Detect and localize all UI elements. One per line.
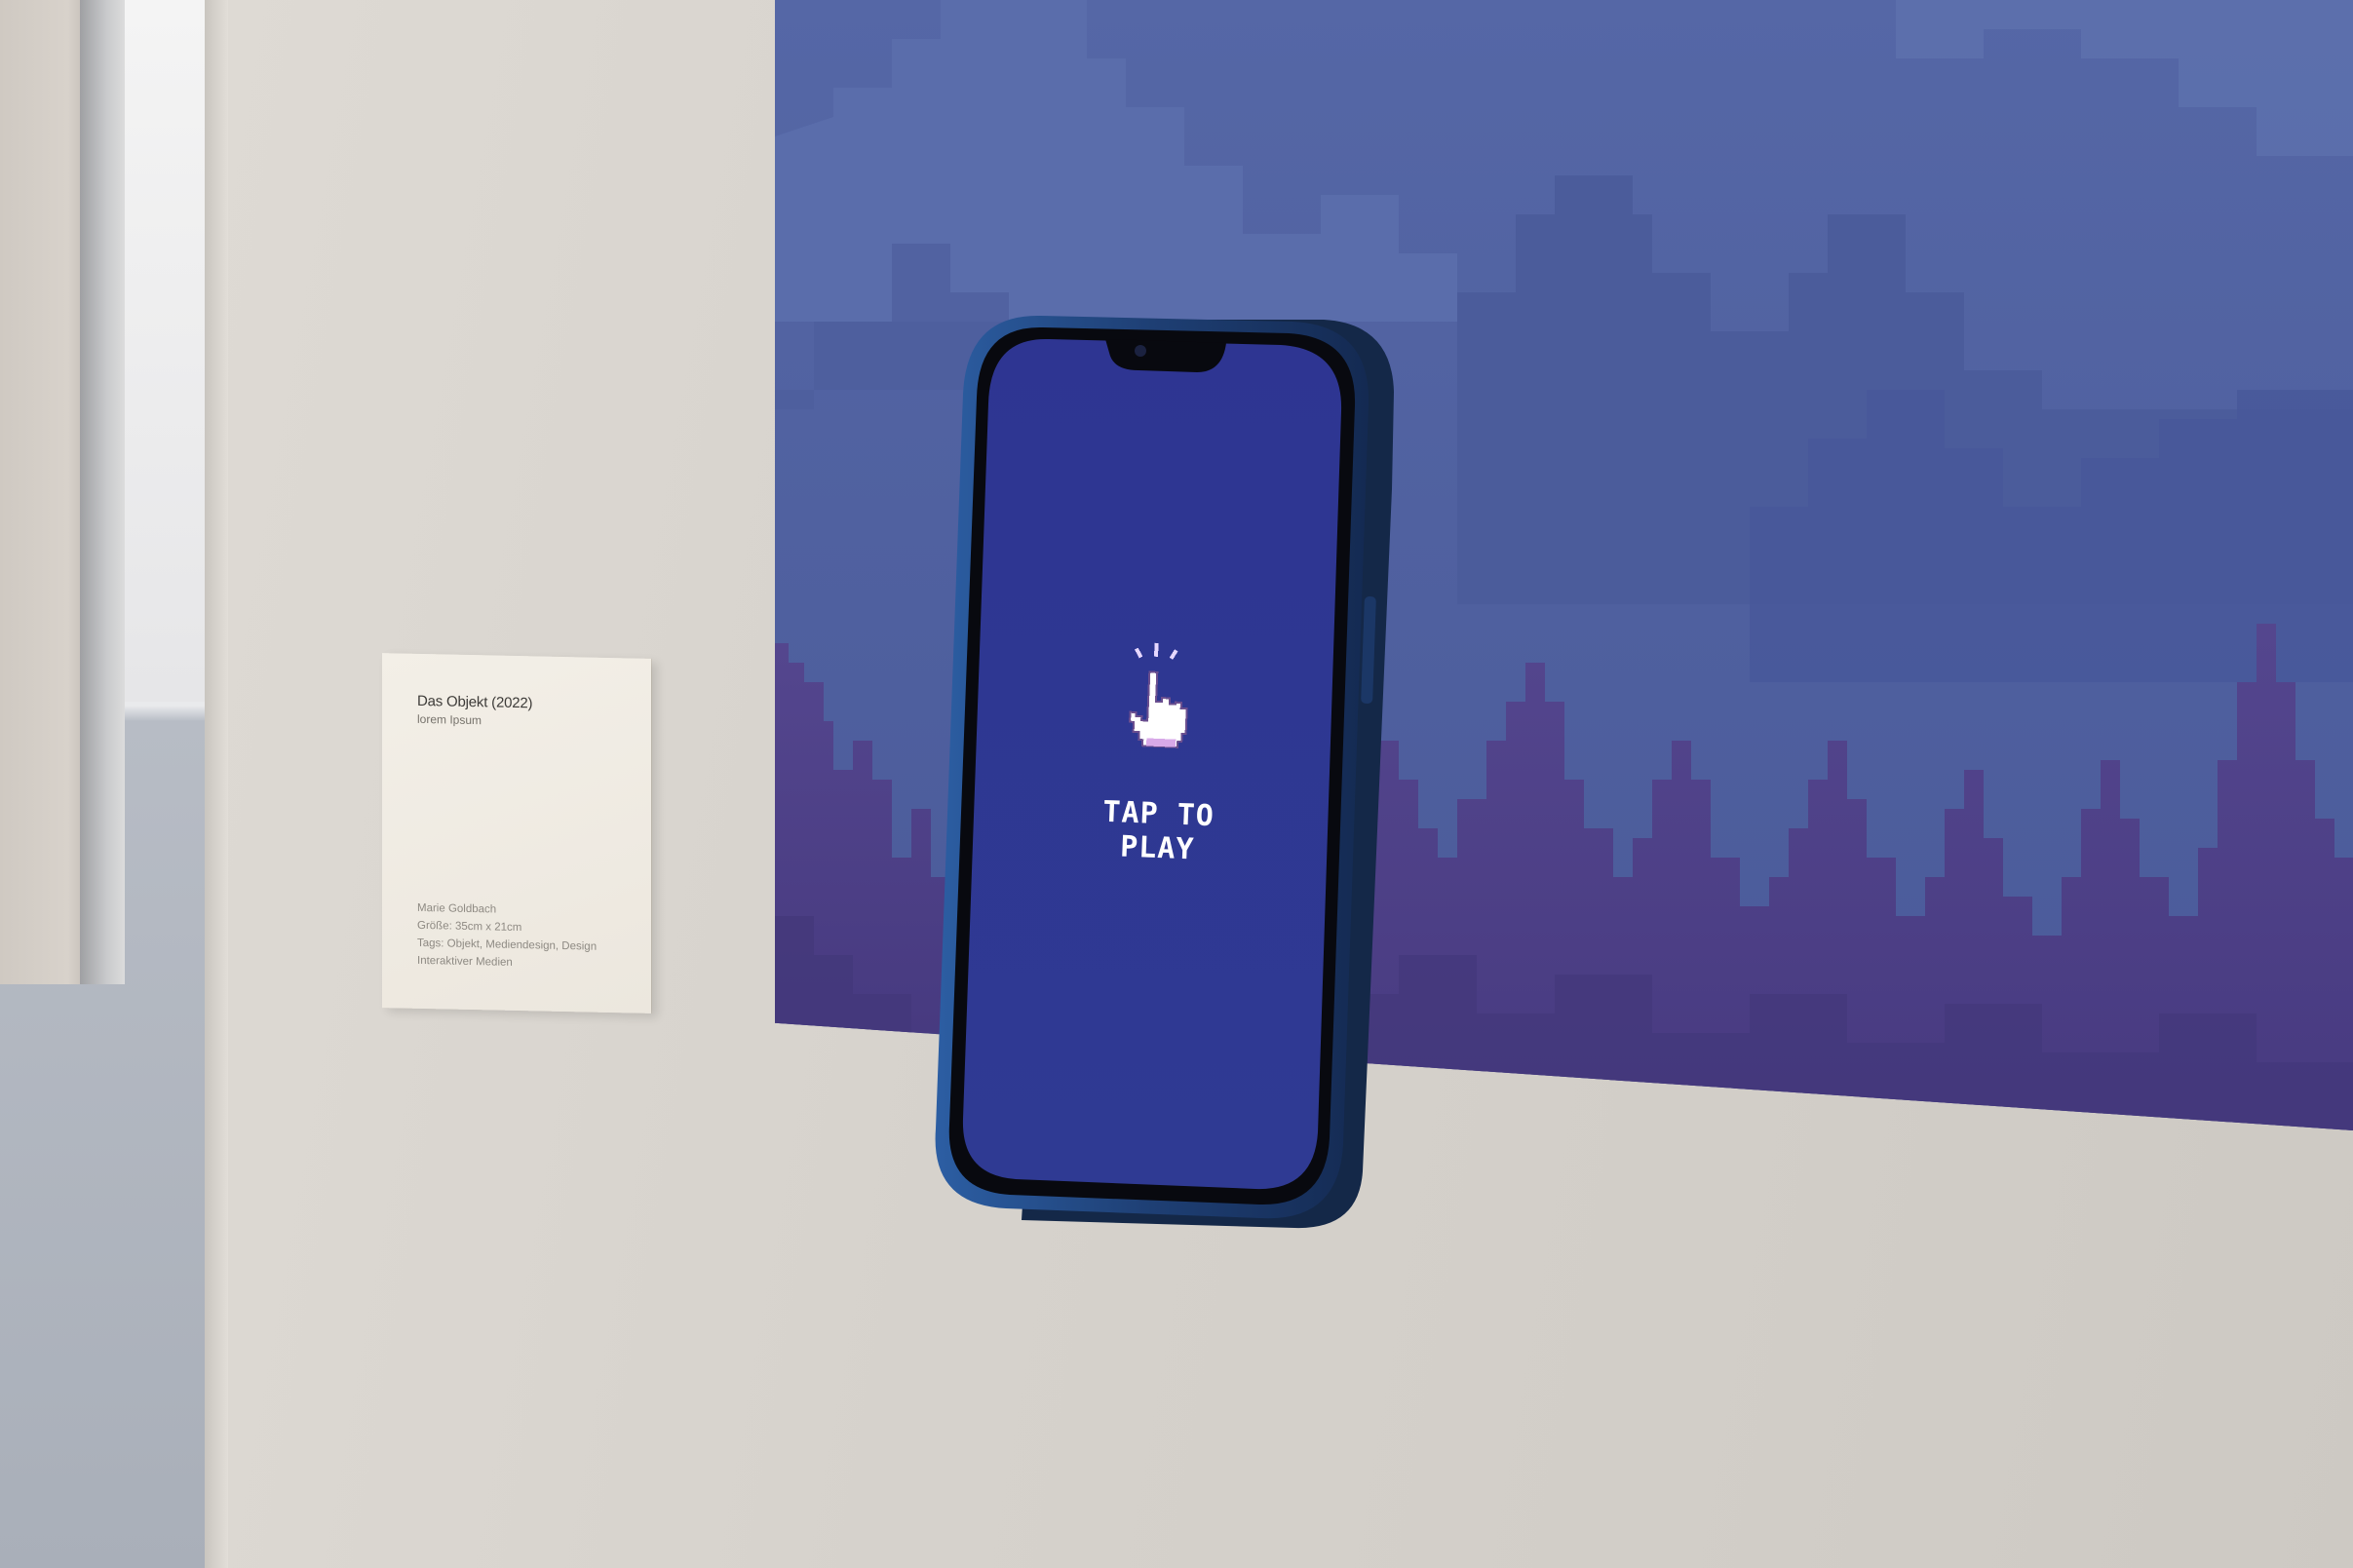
tap-hand-icon <box>1124 642 1195 762</box>
placard-title: Das Objekt (2022) <box>417 692 533 712</box>
smartphone-device <box>935 315 1394 1229</box>
hand-pointer-icon <box>1129 642 1188 748</box>
artwork-placard: Das Objekt (2022) lorem Ipsum Marie Gold… <box>382 653 651 1013</box>
corridor-far-wall <box>125 0 211 702</box>
placard-details: Marie Goldbach Größe: 35cm x 21cm Tags: … <box>417 899 612 974</box>
smartphone[interactable] <box>934 314 1400 1230</box>
left-pillar-side <box>80 0 125 984</box>
gallery-scene: Das Objekt (2022) lorem Ipsum Marie Gold… <box>0 0 2353 1568</box>
placard-subtitle: lorem Ipsum <box>417 711 482 728</box>
wall-edge <box>205 0 228 1568</box>
tap-to-play-label[interactable]: TAP TO PLAY <box>1069 794 1248 869</box>
